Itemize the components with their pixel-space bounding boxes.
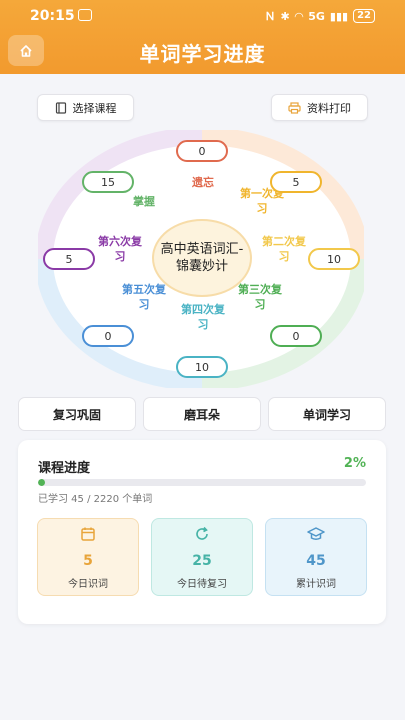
count-mastered[interactable]: 15 <box>82 171 134 193</box>
count-review-3[interactable]: 0 <box>270 325 322 347</box>
app-notification-icon <box>78 9 92 21</box>
bluetooth-icon: ✱ <box>280 9 290 23</box>
progress-bar-fill <box>38 479 45 486</box>
stage-label-review-2: 第二次复习 <box>262 235 306 263</box>
tab-listening[interactable]: 磨耳朵 <box>143 397 261 431</box>
signal-icon: ▮▮▮ <box>329 9 349 23</box>
stat-label: 累计识词 <box>296 579 336 590</box>
stage-label-review-3: 第三次复习 <box>238 283 282 311</box>
nfc-icon: Ｎ <box>264 10 276 23</box>
select-course-button[interactable]: 选择课程 <box>37 94 134 121</box>
count-review-6[interactable]: 5 <box>43 248 95 270</box>
app-header: 20:15 Ｎ ✱ ◠ 5G ▮▮▮ 22 单词学习进度 <box>0 0 405 74</box>
count-forgotten[interactable]: 0 <box>176 140 228 162</box>
refresh-icon <box>196 526 208 540</box>
status-indicators: Ｎ ✱ ◠ 5G ▮▮▮ 22 <box>265 8 375 24</box>
course-progress-card: 课程进度 2% 已学习 45 / 2220 个单词 5 今日识词 25 今日待复… <box>18 440 386 624</box>
stat-total-learned[interactable]: 45 累计识词 <box>265 518 367 596</box>
stage-label-mastered: 掌握 <box>133 195 155 208</box>
stage-label-review-4: 第四次复习 <box>181 303 225 331</box>
stat-value: 45 <box>306 553 326 569</box>
learned-count: 已学习 45 / 2220 个单词 <box>38 494 153 505</box>
progress-percent: 2% <box>343 456 366 471</box>
count-review-4[interactable]: 10 <box>176 356 228 378</box>
printer-icon <box>288 101 301 114</box>
select-course-label: 选择课程 <box>72 101 117 115</box>
book-icon <box>55 101 66 114</box>
count-review-2[interactable]: 10 <box>308 248 360 270</box>
stage-label-review-6: 第六次复习 <box>98 235 142 263</box>
stage-label-forgotten: 遗忘 <box>192 176 214 189</box>
stat-label: 今日识词 <box>68 579 108 590</box>
wifi-icon: ◠ <box>294 9 304 23</box>
stat-today-review[interactable]: 25 今日待复习 <box>151 518 253 596</box>
progress-title: 课程进度 <box>38 461 91 476</box>
tab-review-consolidate[interactable]: 复习巩固 <box>18 397 136 431</box>
stat-value: 5 <box>83 553 93 569</box>
count-review-1[interactable]: 5 <box>270 171 322 193</box>
calendar-icon <box>81 527 95 541</box>
tab-word-learning[interactable]: 单词学习 <box>268 397 386 431</box>
count-review-5[interactable]: 0 <box>82 325 134 347</box>
stat-today-learned[interactable]: 5 今日识词 <box>37 518 139 596</box>
stage-label-review-5: 第五次复习 <box>122 283 166 311</box>
battery-level: 22 <box>353 9 375 23</box>
status-time: 20:15 <box>30 8 75 24</box>
graduation-cap-icon <box>307 527 325 540</box>
network-type: 5G <box>308 9 325 23</box>
progress-bar <box>38 479 366 486</box>
stat-value: 25 <box>192 553 212 569</box>
page-title: 单词学习进度 <box>139 42 266 66</box>
stat-label: 今日待复习 <box>177 579 227 590</box>
status-bar: 20:15 Ｎ ✱ ◠ 5G ▮▮▮ 22 <box>0 0 405 32</box>
course-name: 高中英语词汇-锦囊妙计 <box>152 219 252 297</box>
print-button[interactable]: 资料打印 <box>271 94 368 121</box>
print-label: 资料打印 <box>307 101 351 115</box>
